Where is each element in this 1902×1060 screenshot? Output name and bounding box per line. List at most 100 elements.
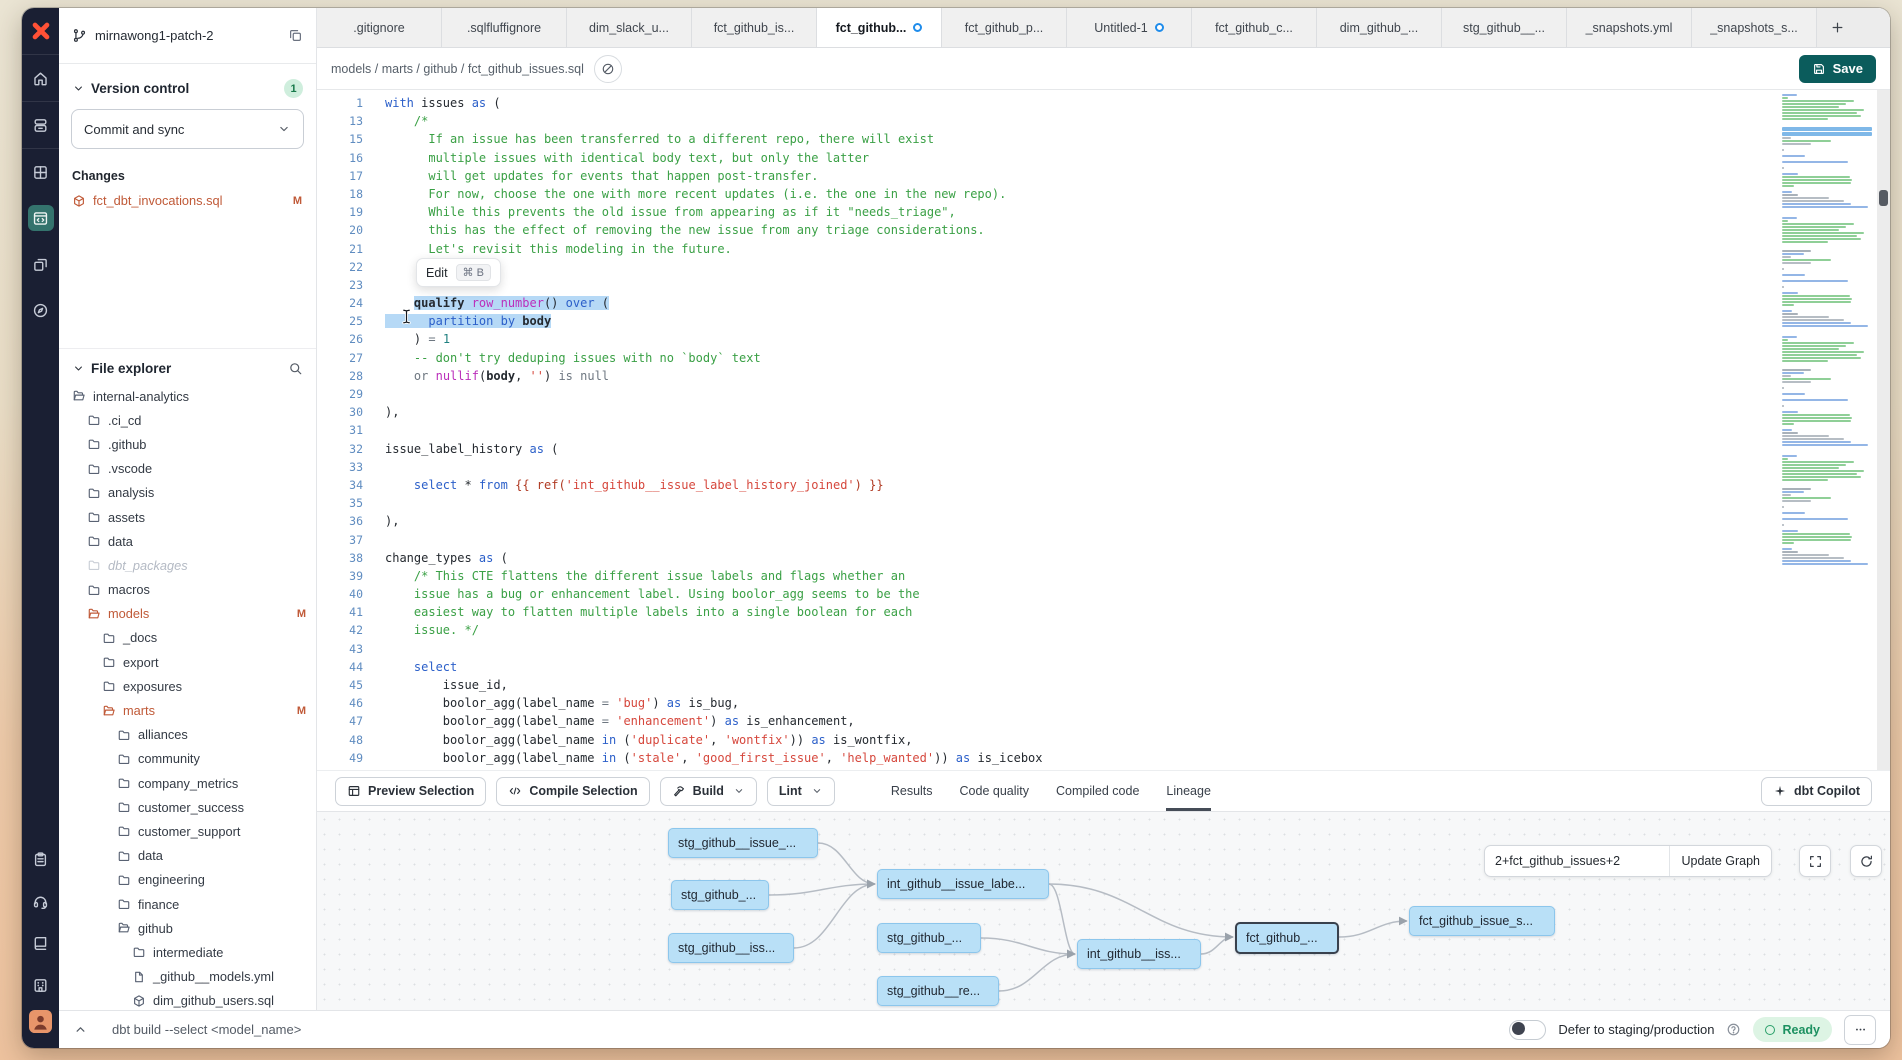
- editor-tab-fct_github_p-[interactable]: fct_github_p...: [942, 8, 1067, 47]
- tree-item-finance[interactable]: finance: [59, 892, 316, 916]
- panel-tab-code-quality[interactable]: Code quality: [960, 771, 1030, 811]
- lineage-node-stg_github__iss[interactable]: stg_github__iss...: [668, 933, 794, 963]
- new-tab-button[interactable]: [1817, 8, 1857, 47]
- editor-tab-dim_github_-[interactable]: dim_github_...: [1317, 8, 1442, 47]
- editor-scrollbar[interactable]: [1877, 90, 1890, 770]
- tree-item-_docs[interactable]: _docs: [59, 626, 316, 650]
- panel-tab-lineage[interactable]: Lineage: [1166, 771, 1211, 811]
- build-button[interactable]: Build: [660, 777, 757, 806]
- tree-item-models[interactable]: modelsM: [59, 602, 316, 626]
- panel-tab-compiled-code[interactable]: Compiled code: [1056, 771, 1139, 811]
- lineage-node-int_github__issue_labe[interactable]: int_github__issue_labe...: [877, 869, 1049, 899]
- user-avatar[interactable]: [29, 1010, 52, 1048]
- rail-grid-button[interactable]: [22, 149, 59, 195]
- minimap-line: [1782, 103, 1846, 105]
- tree-item-.ci_cd[interactable]: .ci_cd: [59, 408, 316, 432]
- editor-tab-dim_slack_u-[interactable]: dim_slack_u...: [567, 8, 692, 47]
- tree-item-intermediate[interactable]: intermediate: [59, 940, 316, 964]
- edit-popup[interactable]: Edit ⌘ B: [416, 258, 501, 287]
- lineage-node-fct_github_issue_s[interactable]: fct_github_issue_s...: [1409, 906, 1555, 936]
- view-lineage-button[interactable]: [594, 55, 622, 83]
- scrollbar-thumb[interactable]: [1879, 190, 1888, 206]
- minimap[interactable]: [1782, 94, 1874, 574]
- collapse-panel-button[interactable]: [73, 1022, 88, 1037]
- command-input[interactable]: dbt build --select <model_name>: [112, 1022, 301, 1037]
- tree-item-dim_github_users.sql[interactable]: dim_github_users.sql: [59, 989, 316, 1010]
- tree-item-company_metrics[interactable]: company_metrics: [59, 771, 316, 795]
- code-editor[interactable]: 1with issues as (13 /*15 If an issue has…: [317, 90, 1890, 770]
- tree-item-.vscode[interactable]: .vscode: [59, 457, 316, 481]
- tree-item-data[interactable]: data: [59, 844, 316, 868]
- dbt-copilot-button[interactable]: dbt Copilot: [1761, 777, 1872, 806]
- tree-item-community[interactable]: community: [59, 747, 316, 771]
- rail-code-button[interactable]: [22, 195, 59, 241]
- fullscreen-button[interactable]: [1799, 845, 1831, 877]
- editor-tab-_snapshots-yml[interactable]: _snapshots.yml: [1567, 8, 1692, 47]
- tree-item-internal-analytics[interactable]: internal-analytics: [59, 384, 316, 408]
- panel-tab-results[interactable]: Results: [891, 771, 933, 811]
- commit-and-sync-button[interactable]: Commit and sync: [71, 109, 304, 149]
- lineage-node-fct_github_[interactable]: fct_github_...: [1235, 922, 1339, 954]
- tree-item-data[interactable]: data: [59, 529, 316, 553]
- org-icon[interactable]: [28, 972, 54, 998]
- editor-tab-fct_github_is-[interactable]: fct_github_is...: [692, 8, 817, 47]
- tree-item-github[interactable]: github: [59, 916, 316, 940]
- more-options-button[interactable]: [1844, 1015, 1876, 1045]
- lint-button[interactable]: Lint: [767, 777, 835, 806]
- lineage-node-stg_github__issue_[interactable]: stg_github__issue_...: [668, 828, 818, 858]
- tree-item-assets[interactable]: assets: [59, 505, 316, 529]
- editor-tab-fct_github_c-[interactable]: fct_github_c...: [1192, 8, 1317, 47]
- version-control-header[interactable]: Version control 1: [59, 64, 316, 98]
- lineage-node-stg_github_[interactable]: stg_github_...: [877, 923, 981, 953]
- tree-item-alliances[interactable]: alliances: [59, 723, 316, 747]
- rail-home-button[interactable]: [22, 55, 59, 102]
- lineage-node-stg_github__re[interactable]: stg_github__re...: [877, 976, 999, 1006]
- code-line: 28 or nullif(body, '') is null: [317, 367, 1760, 385]
- headset-icon[interactable]: [28, 888, 54, 914]
- editor-tab--gitignore[interactable]: .gitignore: [317, 8, 442, 47]
- line-number: 33: [317, 458, 373, 476]
- editor-tab-fct_github-[interactable]: fct_github...: [817, 8, 942, 47]
- code-line: 21 Let's revisit this modeling in the fu…: [317, 240, 1760, 258]
- search-icon[interactable]: [288, 361, 303, 376]
- lineage-node-stg_github_[interactable]: stg_github_...: [671, 880, 769, 910]
- lineage-node-int_github__iss[interactable]: int_github__iss...: [1077, 939, 1201, 969]
- tree-item-customer_success[interactable]: customer_success: [59, 795, 316, 819]
- tree-item-customer_support[interactable]: customer_support: [59, 819, 316, 843]
- tree-item-export[interactable]: export: [59, 650, 316, 674]
- tree-item-exposures[interactable]: exposures: [59, 674, 316, 698]
- help-icon[interactable]: [1726, 1022, 1741, 1037]
- git-branch-bar[interactable]: mirnawong1-patch-2: [59, 8, 316, 64]
- tree-item-marts[interactable]: martsM: [59, 698, 316, 722]
- minimap-line: [1782, 524, 1784, 526]
- tree-item-dbt_packages[interactable]: dbt_packages: [59, 553, 316, 577]
- changed-file-row[interactable]: fct_dbt_invocations.sql M: [72, 193, 304, 208]
- editor-tab--sqlfluffignore[interactable]: .sqlfluffignore: [442, 8, 567, 47]
- tree-item-_github__models.yml[interactable]: _github__models.yml: [59, 965, 316, 989]
- file-explorer-header[interactable]: File explorer: [59, 348, 316, 376]
- rail-warehouse-button[interactable]: [22, 102, 59, 149]
- preview-selection-button[interactable]: Preview Selection: [335, 777, 486, 806]
- book-icon[interactable]: [28, 930, 54, 956]
- code-text: select: [373, 658, 457, 676]
- tree-item-analysis[interactable]: analysis: [59, 481, 316, 505]
- save-button[interactable]: Save: [1799, 55, 1876, 83]
- copy-icon[interactable]: [288, 28, 303, 43]
- lineage-panel[interactable]: stg_github__issue_... stg_github_... stg_g…: [317, 811, 1890, 1014]
- clipboard-icon[interactable]: [28, 846, 54, 872]
- tree-item-.github[interactable]: .github: [59, 432, 316, 456]
- tree-item-engineering[interactable]: engineering: [59, 868, 316, 892]
- line-number: 38: [317, 549, 373, 567]
- editor-tab-stg_github__-[interactable]: stg_github__...: [1442, 8, 1567, 47]
- refresh-button[interactable]: [1850, 845, 1882, 877]
- rail-compass-button[interactable]: [22, 287, 59, 333]
- compile-selection-button[interactable]: Compile Selection: [496, 777, 649, 806]
- tree-item-macros[interactable]: macros: [59, 578, 316, 602]
- update-graph-button[interactable]: Update Graph: [1669, 846, 1771, 876]
- rail-merge-button[interactable]: [22, 241, 59, 287]
- lineage-selector-input[interactable]: 2+fct_github_issues+2: [1485, 854, 1669, 868]
- defer-toggle[interactable]: [1509, 1020, 1546, 1040]
- editor-tab-Untitled-1[interactable]: Untitled-1: [1067, 8, 1192, 47]
- editor-tab-_snapshots_s-[interactable]: _snapshots_s...: [1692, 8, 1817, 47]
- save-label: Save: [1833, 61, 1863, 76]
